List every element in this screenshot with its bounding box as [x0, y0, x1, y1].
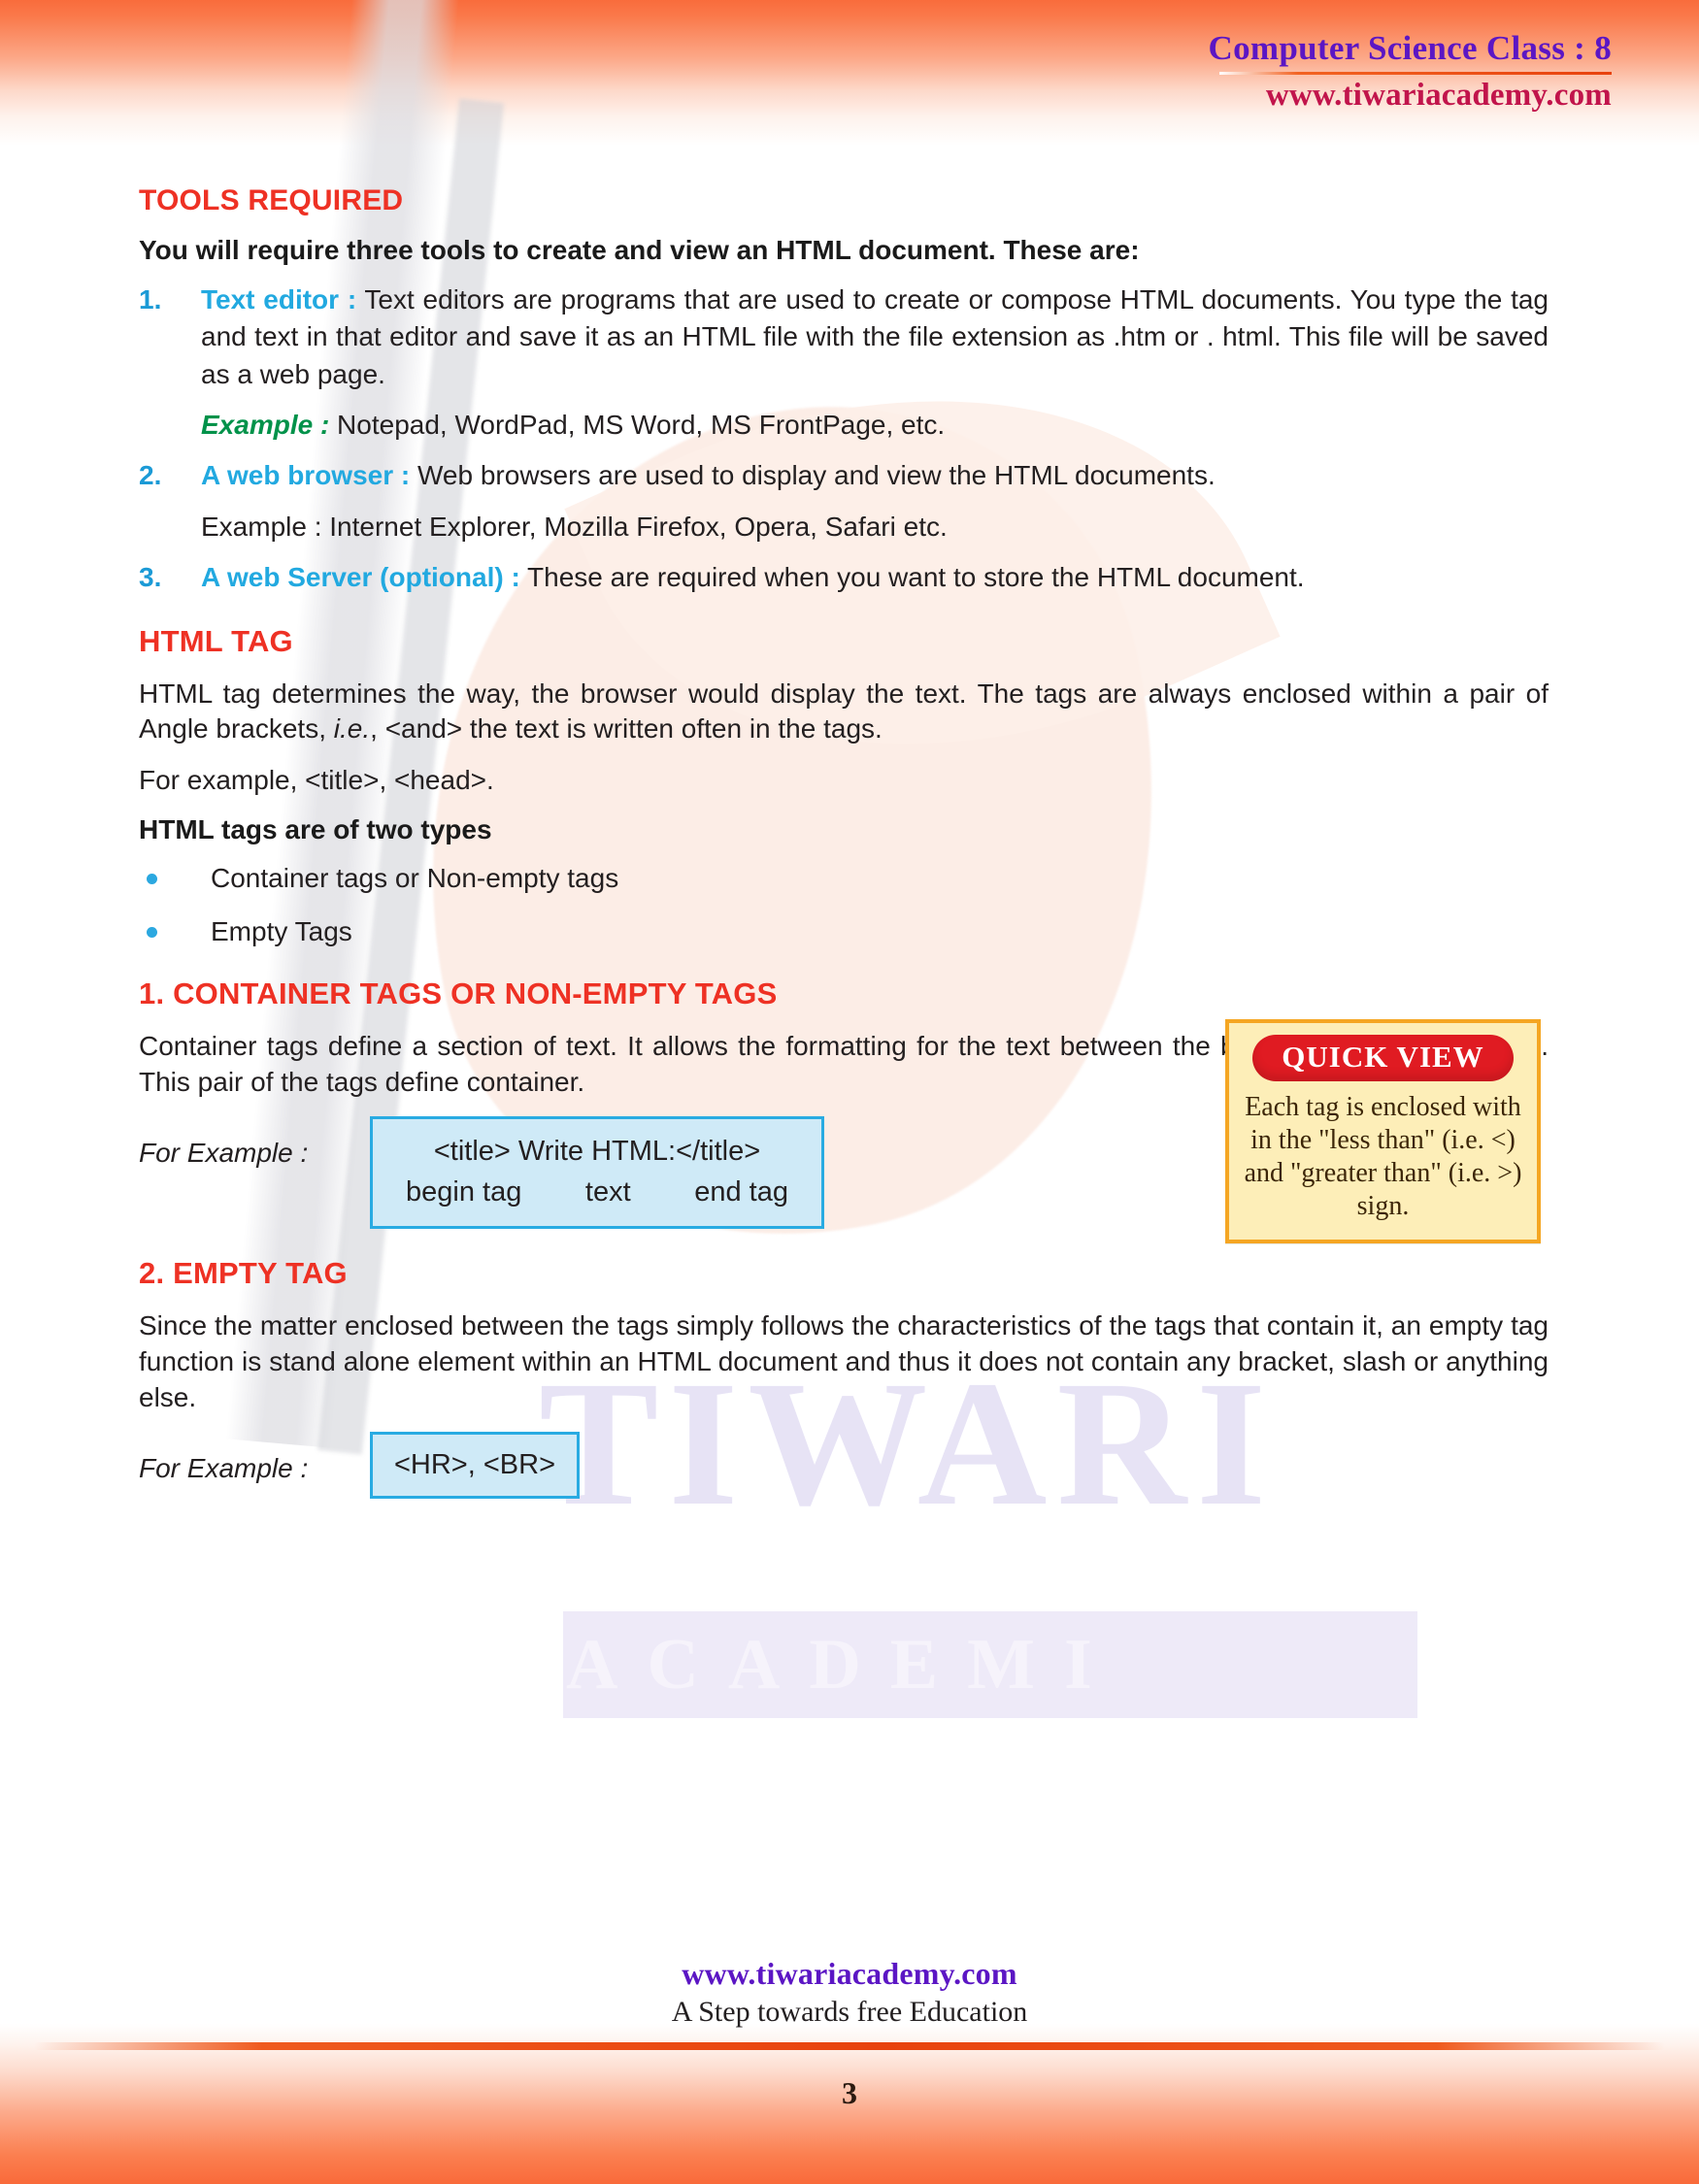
container-example-label: For Example :: [139, 1138, 309, 1169]
list-item-number: 2.: [139, 460, 162, 491]
section-heading-container-tags: 1. CONTAINER TAGS OR NON-EMPTY TAGS: [139, 976, 778, 1011]
tag-types-bullet-list: Container tags or Non-empty tags Empty T…: [139, 861, 1549, 949]
list-item-number: 3.: [139, 562, 162, 593]
page-number: 3: [842, 2075, 857, 2110]
tools-list: 1. Text editor : Text editors are progra…: [139, 281, 1549, 597]
quick-view-callout: QUICK VIEW Each tag is enclosed with in …: [1225, 1019, 1541, 1243]
html-tag-paragraph-2: For example, <title>, <head>.: [139, 765, 494, 796]
list-item-lead: A web browser :: [201, 460, 411, 491]
container-example-box: <title> Write HTML:</title> begin tag te…: [370, 1116, 824, 1230]
list-item: Empty Tags: [139, 914, 1549, 949]
section-heading-empty-tag: 2. EMPTY TAG: [139, 1256, 348, 1291]
page-footer: www.tiwariacademy.com A Step towards fre…: [0, 1956, 1699, 2050]
quick-view-body-text: Each tag is enclosed with in the "less t…: [1244, 1092, 1522, 1222]
bullet-dot-icon: [147, 874, 157, 885]
tools-intro-text: You will require three tools to create a…: [139, 235, 1140, 265]
annotation-begin-tag: begin tag: [406, 1176, 522, 1208]
example-text: Notepad, WordPad, MS Word, MS FrontPage,…: [329, 410, 946, 441]
bullet-label: Empty Tags: [211, 915, 352, 946]
list-item-lead: Text editor :: [201, 284, 357, 314]
bullet-dot-icon: [147, 926, 157, 938]
section-heading-tools-required: TOOLS REQUIRED: [139, 184, 404, 216]
list-item-lead: A web Server (optional) :: [201, 562, 520, 593]
empty-tag-example-row: For Example : <HR>, <BR>: [139, 1432, 1549, 1500]
empty-example-box: <HR>, <BR>: [370, 1432, 580, 1500]
header-site-url: www.tiwariacademy.com: [1265, 78, 1612, 113]
page-header: Computer Science Class : 8 www.tiwariaca…: [1209, 29, 1612, 114]
empty-example-label: For Example :: [139, 1453, 309, 1484]
page-canvas: TIWARI ACADEMI Computer Science Class : …: [0, 0, 1699, 2184]
list-item-text: Text editors are programs that are used …: [201, 284, 1549, 389]
html-tag-paragraph-1: HTML tag determines the way, the browser…: [139, 677, 1549, 748]
list-item-text: Web browsers are used to display and vie…: [410, 460, 1216, 491]
bullet-label: Container tags or Non-empty tags: [211, 863, 619, 894]
list-item-number: 1.: [139, 284, 162, 314]
quick-view-title-badge: QUICK VIEW: [1252, 1035, 1514, 1081]
list-item: 3. A web Server (optional) : These are r…: [139, 559, 1549, 596]
list-item: Container tags or Non-empty tags: [139, 861, 1549, 896]
list-item: 1. Text editor : Text editors are progra…: [139, 281, 1549, 393]
list-item: 2. A web browser : Web browsers are used…: [139, 457, 1549, 494]
annotation-end-tag: end tag: [694, 1176, 788, 1208]
footer-tagline: A Step towards free Education: [671, 1996, 1028, 2028]
annotation-text: text: [584, 1176, 631, 1208]
html-tag-p1-italic: i.e.: [333, 713, 371, 745]
html-tag-p1-part-b: , <and> the text is written often in the…: [370, 713, 883, 745]
document-body: TOOLS REQUIRED You will require three to…: [139, 184, 1549, 1506]
header-title: Computer Science Class : 8: [1208, 29, 1612, 67]
section-heading-html-tag: HTML TAG: [139, 623, 293, 658]
empty-tag-paragraph: Since the matter enclosed between the ta…: [139, 1310, 1549, 1413]
container-example-code: <title> Write HTML:</title>: [433, 1136, 761, 1168]
tools-example-2: Example : Internet Explorer, Mozilla Fir…: [201, 511, 948, 542]
empty-example-code: <HR>, <BR>: [393, 1449, 556, 1481]
example-lead: Example :: [201, 410, 330, 441]
footer-site-url: www.tiwariacademy.com: [682, 1956, 1017, 1991]
header-divider: [1219, 72, 1612, 75]
tools-example-1: Example : Notepad, WordPad, MS Word, MS …: [139, 407, 1549, 444]
container-example-annotations: begin tag text end tag: [406, 1172, 788, 1212]
content-layer: Computer Science Class : 8 www.tiwariaca…: [0, 0, 1699, 2184]
footer-divider: [34, 2042, 1665, 2050]
html-tag-types-label: HTML tags are of two types: [139, 814, 492, 845]
list-item-text: These are required when you want to stor…: [519, 562, 1305, 593]
